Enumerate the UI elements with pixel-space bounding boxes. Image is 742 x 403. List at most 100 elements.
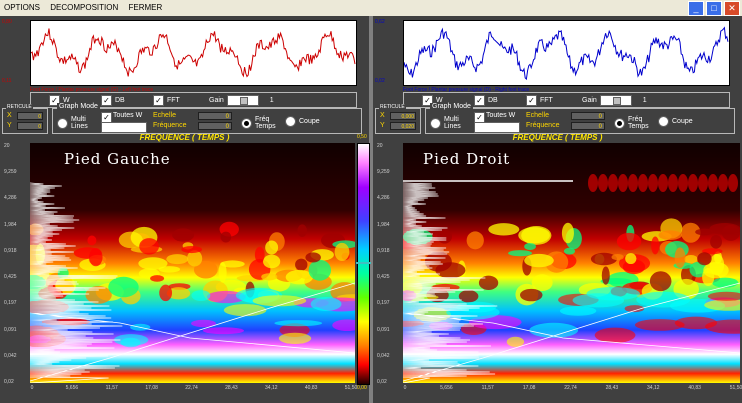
- y-tick-label: 0,425: [4, 274, 17, 281]
- menu-decomposition[interactable]: DECOMPOSITION: [46, 0, 122, 16]
- y-value-field[interactable]: 0,020: [390, 122, 416, 130]
- reticule-box: RETICULE X 0 Y 0: [2, 104, 48, 134]
- scalogram-blob: [252, 295, 307, 307]
- scalogram-blob: [310, 297, 342, 311]
- scalogram-band: [698, 174, 708, 192]
- scalogram-blob: [278, 332, 312, 344]
- echelle-label: Echelle: [153, 112, 176, 119]
- coupe-radio[interactable]: Coupe: [285, 116, 320, 127]
- multi-lines-label: Multi Lines: [71, 116, 88, 130]
- freq-temps-radio[interactable]: Fréq Temps: [614, 116, 652, 130]
- y-value-field[interactable]: 0: [17, 122, 43, 130]
- x-tick-label: 51,50: [729, 385, 742, 391]
- y-tick-label: 4,286: [377, 195, 390, 202]
- multi-lines-radio[interactable]: Multi Lines: [57, 116, 95, 130]
- x-tick-label: 34,12: [646, 385, 660, 391]
- x-value-field[interactable]: 0: [17, 112, 43, 120]
- foot-label: Pied Droit: [423, 150, 511, 168]
- echelle-field[interactable]: 0: [571, 112, 605, 120]
- fft-checkbox[interactable]: ✓ FFT: [526, 95, 553, 106]
- x-tick-label: 51,50: [344, 385, 358, 391]
- x-tick-label: 28,43: [605, 385, 619, 391]
- y-tick-label: 9,259: [377, 169, 390, 176]
- scalogram-blob: [508, 250, 533, 257]
- menu-fermer[interactable]: FERMER: [125, 0, 167, 16]
- minimize-button[interactable]: _: [688, 1, 704, 16]
- scalogram-blob: [274, 320, 323, 327]
- y-tick-label: 1,984: [4, 221, 17, 228]
- scalogram-plot[interactable]: Pied Gauche: [30, 143, 355, 383]
- scalogram-blob: [297, 224, 307, 237]
- scalogram-blob: [108, 276, 139, 298]
- wavelet-select[interactable]: [101, 122, 147, 133]
- colorbar-marker[interactable]: [356, 262, 371, 264]
- scalogram-band: [618, 174, 628, 192]
- x-tick-label: 5,656: [65, 385, 79, 391]
- fft-label: FFT: [540, 97, 553, 104]
- echelle-label: Echelle: [526, 112, 549, 119]
- foot-label: Pied Gauche: [64, 150, 171, 168]
- y-tick-label: 0,918: [377, 247, 390, 254]
- freq-temps-radio[interactable]: Fréq Temps: [241, 116, 279, 130]
- coupe-radio[interactable]: Coupe: [658, 116, 693, 127]
- scalogram-blob: [506, 336, 525, 347]
- scalogram-blob: [697, 252, 712, 266]
- close-button[interactable]: ✕: [724, 1, 740, 16]
- scalogram-blob: [87, 235, 97, 246]
- scalogram-blob: [437, 229, 453, 244]
- scalogram-blob: [625, 253, 637, 265]
- scalogram-blob: [563, 247, 576, 255]
- scalogram-blob: [531, 274, 553, 292]
- y-axis-labels: 20 9,259 4,286 1,984 0,918 0,425 0,197 0,091 0,0…: [0, 143, 28, 385]
- scalogram-band: [658, 174, 668, 192]
- scalogram-blob: [202, 327, 245, 335]
- y-tick-label: 20: [4, 143, 10, 149]
- scalogram-band: [638, 174, 648, 192]
- echelle-field[interactable]: 0: [198, 112, 232, 120]
- scalogram-blob: [466, 231, 484, 250]
- x-tick-label: 5,656: [440, 385, 453, 391]
- y-tick-label: 20: [377, 143, 383, 149]
- multi-lines-radio[interactable]: Multi Lines: [430, 116, 468, 130]
- y-tick-label: 0,091: [4, 326, 17, 333]
- db-checkbox[interactable]: ✓ DB: [474, 95, 498, 106]
- scalogram-blob: [561, 222, 574, 244]
- scalogram-blob: [518, 227, 550, 244]
- reticule-label: RETICULE: [379, 104, 406, 110]
- scalogram-blob: [254, 246, 265, 263]
- right-foot-panel: 0,62 0,02 Foot Force / Plantar pressure …: [373, 16, 742, 403]
- frequence-field[interactable]: 0: [571, 122, 605, 130]
- scalogram-blob: [181, 245, 203, 254]
- scalogram-plot[interactable]: Pied Droit: [403, 143, 740, 383]
- coupe-label: Coupe: [672, 118, 693, 125]
- db-checkbox[interactable]: ✓ DB: [101, 95, 125, 106]
- frequence-field[interactable]: 0: [198, 122, 232, 130]
- gain-slider[interactable]: [226, 95, 259, 106]
- db-label: DB: [488, 97, 498, 104]
- maximize-button[interactable]: □: [706, 1, 722, 16]
- scalogram-blob: [674, 247, 686, 269]
- scalogram-blob: [158, 266, 181, 273]
- fft-checkbox[interactable]: ✓ FFT: [153, 95, 180, 106]
- controls-row: RETICULE X 0,000 Y 0,020 Graph Mode Mult…: [375, 103, 737, 134]
- scalogram-blob: [166, 254, 189, 265]
- scalogram-blob: [674, 316, 718, 330]
- gain-slider[interactable]: [599, 95, 632, 106]
- scalogram-blob: [265, 240, 279, 255]
- signal-top-tick: 0,80: [2, 19, 12, 25]
- x-tick-label: 34,12: [264, 385, 278, 391]
- scalogram-blob: [305, 252, 321, 263]
- scalogram-blob: [261, 273, 278, 281]
- left-foot-panel: 0,80 0,11 Foot Force / Plantar pressure …: [0, 16, 371, 403]
- scalogram-band: [628, 174, 638, 192]
- scalogram-band: [588, 174, 598, 192]
- db-label: DB: [115, 97, 125, 104]
- menu-options[interactable]: OPTIONS: [0, 0, 44, 16]
- scalogram-blob: [616, 232, 642, 251]
- wavelet-select[interactable]: [474, 122, 520, 133]
- y-label: Y: [380, 122, 385, 129]
- y-tick-label: 0,02: [377, 379, 387, 385]
- y-tick-label: 9,259: [4, 169, 17, 176]
- x-tick-label: 0: [403, 385, 407, 391]
- x-value-field[interactable]: 0,000: [390, 112, 416, 120]
